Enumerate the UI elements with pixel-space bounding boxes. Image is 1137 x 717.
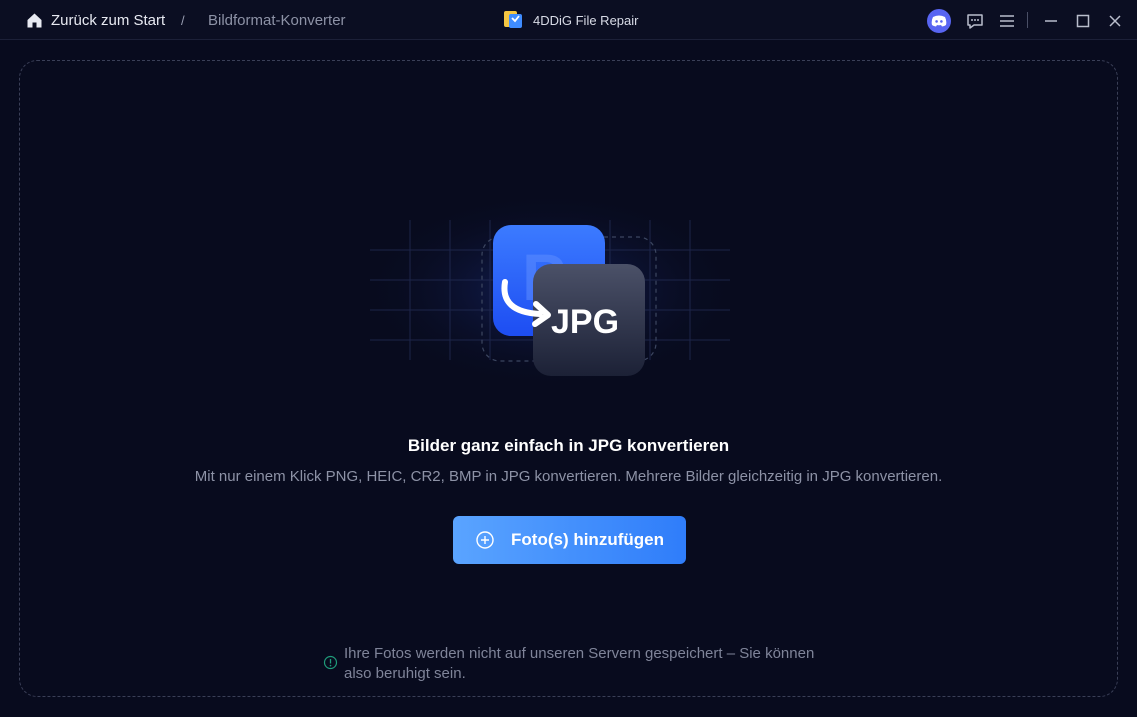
convert-to-jpg-illustration: P JPG — [360, 190, 740, 390]
info-icon — [323, 655, 338, 670]
back-to-start-link[interactable]: Zurück zum Start — [51, 12, 165, 29]
feedback-icon[interactable] — [963, 9, 987, 33]
page-heading: Bilder ganz einfach in JPG konvertieren — [407, 436, 730, 455]
titlebar-divider — [1027, 12, 1028, 28]
privacy-notice: Ihre Fotos werden nicht auf unseren Serv… — [344, 645, 815, 682]
minimize-icon[interactable] — [1039, 9, 1063, 33]
app-name: 4DDiG File Repair — [533, 13, 639, 28]
discord-icon[interactable] — [927, 9, 951, 33]
breadcrumb-separator: / — [181, 13, 185, 28]
breadcrumb-current-page: Bildformat-Konverter — [208, 12, 346, 29]
plus-circle-icon — [476, 531, 494, 549]
page-subheading: Mit nur einem Klick PNG, HEIC, CR2, BMP … — [194, 468, 943, 485]
maximize-icon[interactable] — [1071, 9, 1095, 33]
add-photos-button[interactable]: Foto(s) hinzufügen — [453, 516, 686, 564]
menu-icon[interactable] — [995, 9, 1019, 33]
app-logo-icon — [504, 11, 522, 28]
close-icon[interactable] — [1103, 9, 1127, 33]
title-bar: Zurück zum Start / Bildformat-Konverter … — [0, 0, 1137, 40]
home-icon[interactable] — [26, 12, 43, 29]
hero-jpg-label: JPG — [551, 303, 619, 341]
add-photos-button-label: Foto(s) hinzufügen — [511, 530, 664, 549]
